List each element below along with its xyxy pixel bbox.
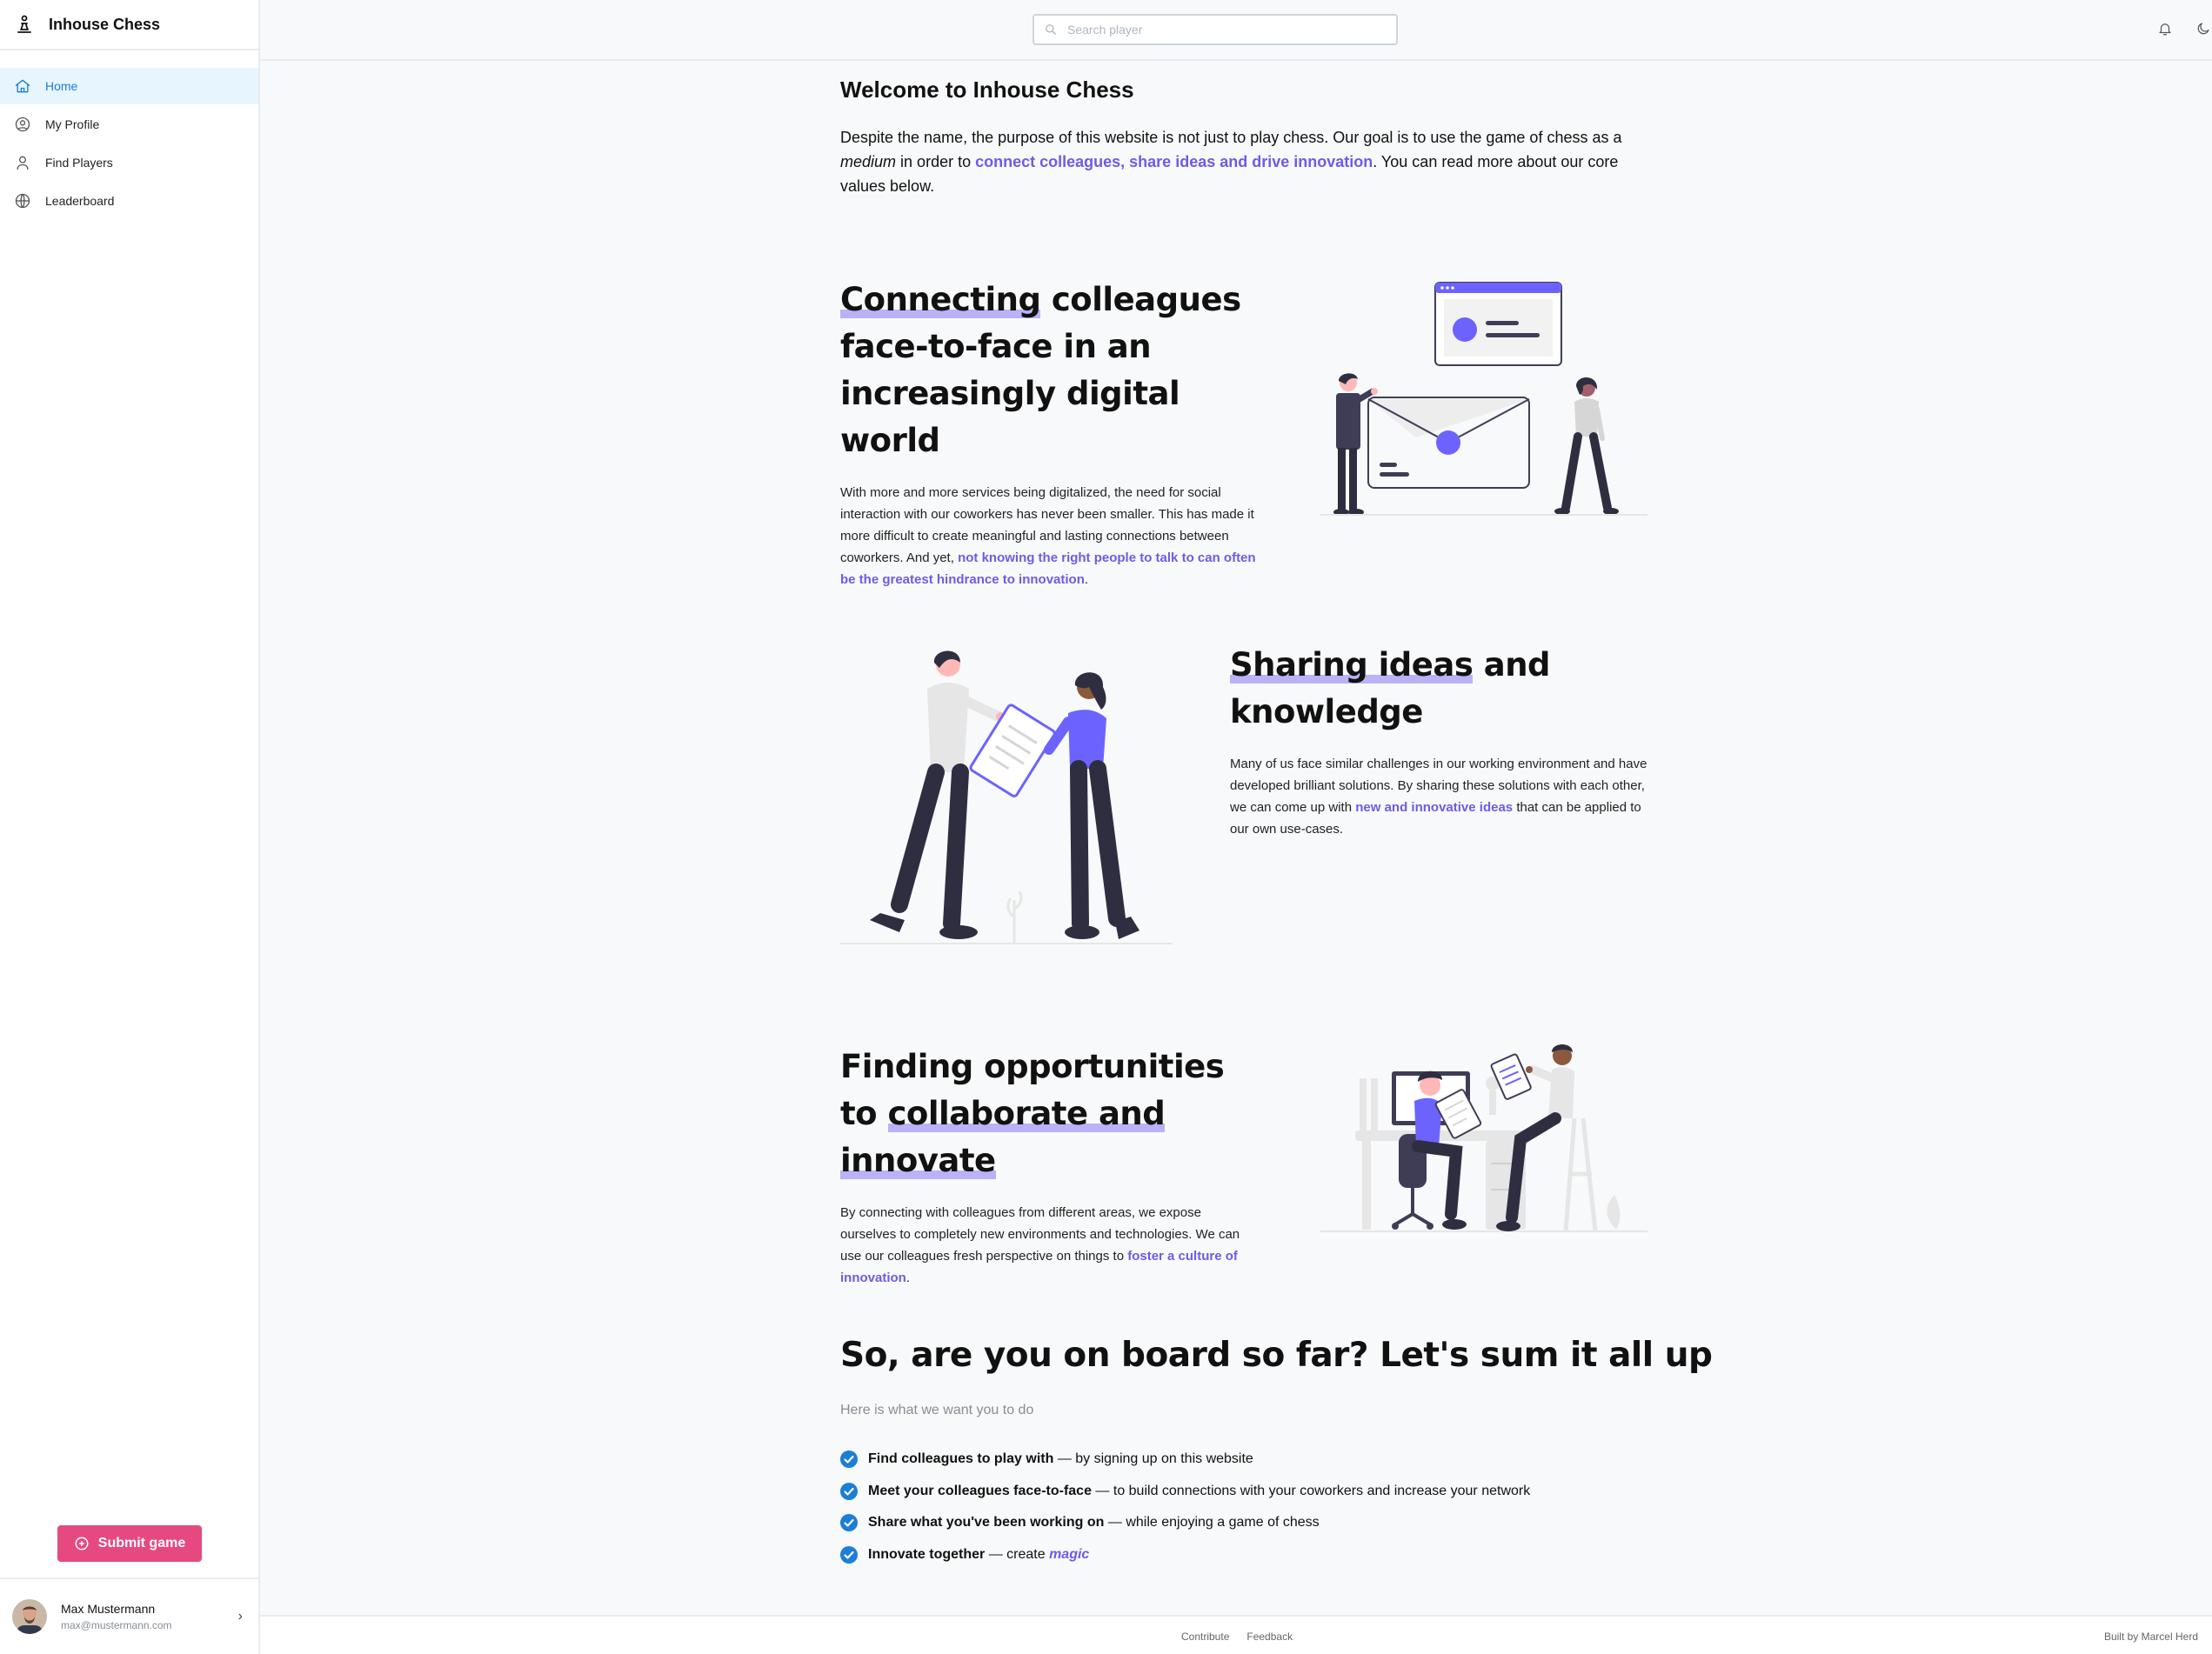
sidebar-item-label: Home — [45, 79, 78, 93]
chess-pawn-icon — [17, 15, 31, 33]
section-text: By connecting with colleagues from diffe… — [840, 1202, 1246, 1289]
search-input[interactable] — [1067, 23, 1389, 37]
sidebar-item-leaderboard[interactable]: Leaderboard — [0, 183, 258, 219]
page-title: Welcome to Inhouse Chess — [840, 77, 1134, 103]
item-rest: — while enjoying a game of chess — [1107, 1515, 1320, 1531]
item-bold: Find colleagues to play with — [868, 1451, 1054, 1467]
sidebar-item-label: Find Players — [45, 156, 113, 170]
footer-links: Contribute Feedback — [1181, 1631, 1293, 1643]
intro-part: Despite the name, the purpose of this we… — [840, 129, 1622, 146]
footer-link-contribute[interactable]: Contribute — [1181, 1631, 1229, 1643]
chevron-right-icon: › — [237, 1609, 243, 1624]
section-title: Sharing ideas and knowledge — [1230, 642, 1649, 736]
intro-text: Despite the name, the purpose of this we… — [840, 125, 1649, 198]
messaging-illustration — [1320, 282, 1647, 516]
list-item: Meet your colleagues face-to-face — to b… — [840, 1476, 1530, 1508]
search-icon — [1046, 24, 1056, 35]
item-bold: Share what you've been working on — [868, 1515, 1105, 1531]
title-highlight: collaborate and innovate — [840, 1095, 1166, 1179]
user-menu[interactable]: Max Mustermann max@mustermann.com › — [0, 1577, 258, 1654]
moon-icon[interactable] — [2195, 21, 2211, 37]
list-item: Share what you've been working on — whil… — [840, 1507, 1530, 1539]
user-circle-icon — [15, 117, 30, 132]
sidebar-item-find-players[interactable]: Find Players — [0, 144, 258, 181]
brand[interactable]: Inhouse Chess — [0, 0, 258, 50]
intro-part: in order to — [900, 153, 972, 170]
section-link[interactable]: new and innovative ideas — [1355, 800, 1513, 815]
sidebar: Inhouse Chess Home My Profile Find Playe… — [0, 0, 260, 1654]
check-circle-icon — [840, 1451, 858, 1469]
user-icon — [17, 156, 29, 170]
summary-checklist: Find colleagues to play with — by signin… — [840, 1444, 1530, 1571]
globe-icon — [15, 193, 30, 209]
sidebar-item-my-profile[interactable]: My Profile — [0, 106, 258, 143]
submit-game-button[interactable]: Submit game — [57, 1525, 202, 1562]
section-text: With more and more services being digita… — [840, 482, 1258, 590]
intro-link[interactable]: connect colleagues, share ideas and driv… — [975, 153, 1373, 170]
user-info: Max Mustermann max@mustermann.com — [61, 1602, 172, 1631]
text-part: . — [906, 1271, 910, 1285]
check-circle-icon — [840, 1514, 858, 1532]
section-connecting: Connecting colleagues face-to-face in an… — [840, 277, 1275, 590]
sidebar-nav: Home My Profile Find Players Leaderboard — [0, 50, 258, 219]
submit-game-label: Submit game — [97, 1536, 186, 1551]
sharing-ideas-illustration — [840, 650, 1173, 944]
title-highlight: Connecting — [840, 281, 1041, 318]
top-header — [260, 0, 2212, 61]
list-item: Find colleagues to play with — by signin… — [840, 1444, 1530, 1476]
summary-title: So, are you on board so far? Let's sum i… — [840, 1336, 1713, 1375]
footer-credit: Built by Marcel Herd — [2103, 1631, 2198, 1643]
sidebar-item-label: Leaderboard — [45, 194, 115, 208]
section-finding: Finding opportunities to collaborate and… — [840, 1044, 1258, 1289]
brand-title: Inhouse Chess — [49, 15, 161, 33]
check-circle-icon — [840, 1482, 858, 1500]
sidebar-item-label: My Profile — [45, 117, 100, 131]
chess-icon — [75, 1537, 89, 1551]
title-highlight: Sharing ideas — [1230, 646, 1474, 684]
user-name: Max Mustermann — [61, 1602, 156, 1616]
footer-link-feedback[interactable]: Feedback — [1246, 1631, 1293, 1643]
check-circle-icon — [840, 1545, 858, 1564]
item-rest: — by signing up on this website — [1057, 1451, 1253, 1467]
home-icon — [15, 79, 30, 93]
section-sharing: Sharing ideas and knowledge Many of us f… — [1230, 642, 1649, 840]
search-box[interactable] — [1032, 14, 1398, 45]
sidebar-item-home[interactable]: Home — [0, 68, 258, 104]
magic-link[interactable]: magic — [1049, 1547, 1089, 1563]
bell-icon[interactable] — [2157, 21, 2173, 37]
app-root: Inhouse Chess Home My Profile Find Playe… — [0, 0, 2212, 1654]
section-text: Many of us face similar challenges in ou… — [1230, 753, 1649, 840]
summary-subtitle: Here is what we want you to do — [840, 1403, 1034, 1417]
list-item: Innovate together — create magic — [840, 1539, 1530, 1571]
text-part: . — [1084, 572, 1089, 587]
intro-emphasis: medium — [840, 153, 897, 170]
section-title: Connecting colleagues face-to-face in an… — [840, 277, 1275, 464]
section-title: Finding opportunities to collaborate and… — [840, 1044, 1258, 1184]
item-rest: — create — [988, 1546, 1046, 1562]
avatar — [12, 1599, 47, 1634]
collaboration-illustration — [1320, 1044, 1647, 1232]
item-rest: — to build connections with your coworke… — [1095, 1483, 1531, 1498]
user-email: max@mustermann.com — [61, 1619, 172, 1631]
item-bold: Meet your colleagues face-to-face — [868, 1483, 1092, 1498]
item-bold: Innovate together — [868, 1546, 986, 1562]
footer: Contribute Feedback Built by Marcel Herd — [260, 1615, 2212, 1654]
